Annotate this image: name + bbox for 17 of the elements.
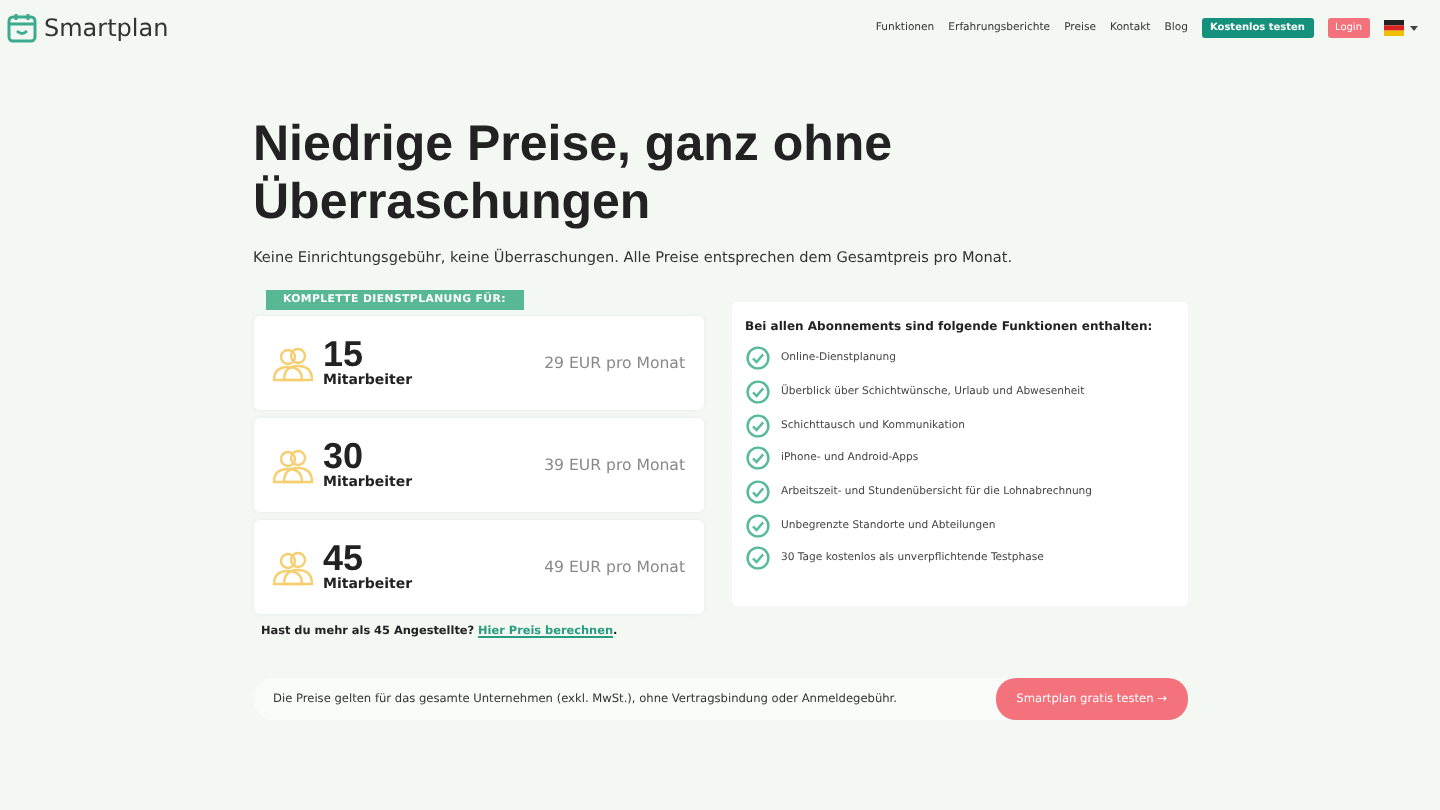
people-icon xyxy=(271,447,315,483)
people-icon xyxy=(271,345,315,381)
flag-icon[interactable] xyxy=(1384,20,1420,36)
employee-count: 45 xyxy=(323,542,364,576)
check-icon xyxy=(745,413,769,438)
employee-count: 15 xyxy=(323,338,364,372)
logo-text[interactable]: Smartplan xyxy=(44,14,169,42)
check-icon xyxy=(745,480,769,505)
page-title: Niedrige Preise, ganz ohne Überraschungen xyxy=(253,116,895,232)
check-icon xyxy=(745,380,769,405)
check-icon xyxy=(745,513,769,538)
calendar-icon xyxy=(6,12,38,44)
check-icon xyxy=(745,346,769,371)
employee-count: 30 xyxy=(323,440,364,474)
people-icon xyxy=(271,549,315,585)
check-icon xyxy=(745,446,769,471)
check-icon xyxy=(745,546,769,571)
